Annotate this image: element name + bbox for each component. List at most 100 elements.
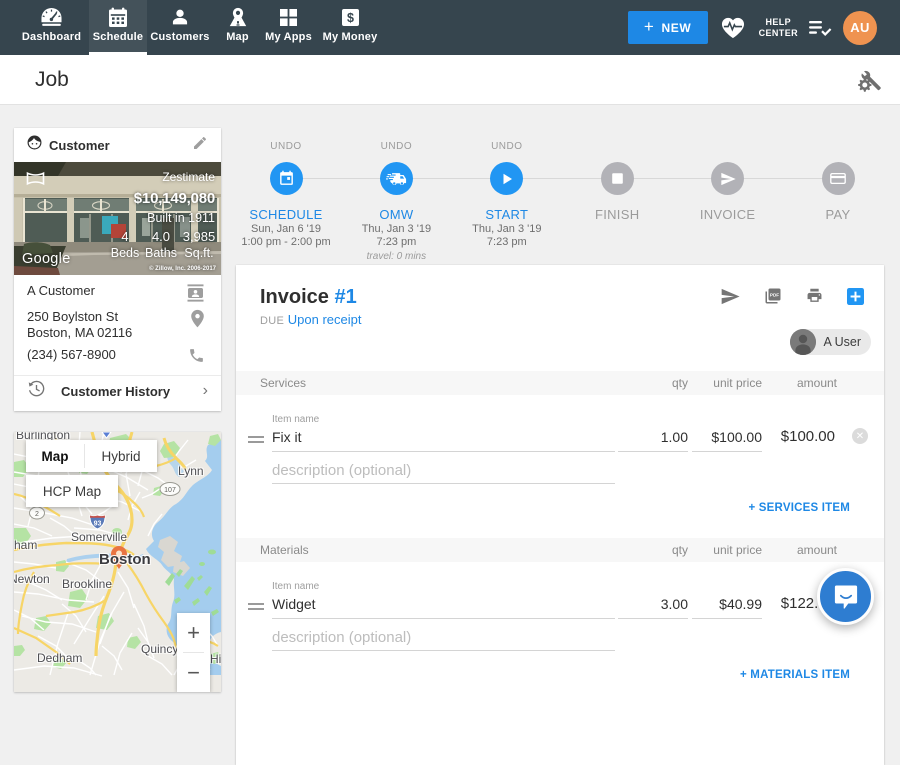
- help-center-link[interactable]: HELPCENTER: [759, 17, 798, 39]
- map-town-label: Hi: [210, 652, 221, 666]
- chevron-right-icon: ›: [203, 382, 208, 400]
- invoice-header: Invoice #1 DUE Upon receipt PDF A User: [236, 265, 884, 371]
- person-icon: [170, 6, 190, 28]
- map-town-label: ham: [14, 538, 37, 552]
- send-icon[interactable]: [720, 288, 740, 305]
- nav-tab-label: Schedule: [93, 31, 144, 43]
- material-item-desc-input[interactable]: description (optional): [272, 630, 615, 651]
- material-item-name-input[interactable]: Widget: [272, 597, 615, 619]
- nav-tab-dashboard[interactable]: Dashboard: [14, 0, 89, 55]
- customer-card-header: Customer: [14, 128, 221, 162]
- add-service-row: + SERVICES ITEM: [236, 495, 884, 538]
- grid-icon: [279, 6, 298, 28]
- customer-name-row[interactable]: A Customer: [27, 283, 208, 299]
- customer-card-title: Customer: [49, 138, 110, 153]
- add-material-row: + MATERIALS ITEM: [236, 662, 884, 705]
- user-avatar[interactable]: AU: [843, 11, 877, 45]
- invoice-number[interactable]: #1: [334, 286, 356, 308]
- property-photo[interactable]: Zestimate $10,149,080 Built in 1911 4 Be…: [14, 162, 221, 275]
- print-icon[interactable]: [806, 288, 823, 304]
- service-item-name-input[interactable]: Fix it: [272, 430, 615, 452]
- step-circle-finish-icon[interactable]: [601, 162, 634, 195]
- job-header-bar: Job: [0, 55, 900, 105]
- due-value-link[interactable]: Upon receipt: [288, 312, 362, 327]
- step-date: Thu, Jan 3 '19: [442, 224, 572, 235]
- pdf-icon[interactable]: PDF: [764, 287, 782, 305]
- customer-phone-row[interactable]: (234) 567-8900: [27, 347, 208, 363]
- checklist-icon[interactable]: [807, 18, 833, 38]
- baths-value: 4.0: [142, 229, 180, 244]
- delete-item-button[interactable]: ✕: [852, 428, 868, 444]
- hcp-map-button[interactable]: HCP Map: [26, 475, 118, 507]
- built-year: Built in 1911: [147, 211, 215, 225]
- invoice-title: Invoice #1: [260, 286, 357, 309]
- calendar-icon: [108, 6, 128, 28]
- chat-bubble-button[interactable]: [817, 568, 874, 625]
- material-item-row: Item name Widget 3.00 $40.99 $122.97 ✕ d…: [236, 562, 884, 662]
- step-travel: travel: 0 mins: [331, 251, 461, 262]
- map-type-hybrid-button[interactable]: Hybrid: [85, 440, 157, 472]
- edit-pencil-icon[interactable]: [192, 135, 208, 156]
- map-town-label: Quincy: [141, 642, 178, 656]
- health-heart-icon[interactable]: [720, 16, 746, 40]
- service-item-amount: $100.00: [730, 428, 835, 445]
- customer-contact-rows: A Customer 250 Boylston St Boston, MA 02…: [14, 275, 221, 363]
- history-icon: [27, 379, 46, 403]
- drag-handle-icon[interactable]: [248, 436, 264, 446]
- dashboard-gauge-icon: [40, 6, 63, 28]
- nav-tab-schedule[interactable]: Schedule: [89, 0, 147, 55]
- service-item-qty-input[interactable]: 1.00: [618, 430, 688, 452]
- zoom-out-button[interactable]: −: [177, 653, 210, 692]
- service-item-row: Item name Fix it 1.00 $100.00 $100.00 ✕ …: [236, 395, 884, 495]
- service-item-desc-input[interactable]: description (optional): [272, 463, 615, 484]
- job-tools-icon[interactable]: [858, 68, 882, 92]
- zestimate-value: $10,149,080: [134, 190, 215, 207]
- new-button[interactable]: +NEW: [628, 11, 708, 44]
- invoice-due: DUE Upon receipt: [260, 312, 361, 327]
- drag-handle-icon[interactable]: [248, 603, 264, 613]
- step-circle-invoice-icon[interactable]: [711, 162, 744, 195]
- top-navbar: Dashboard Schedule Customers Map My Apps…: [0, 0, 900, 55]
- nav-tab-my-apps[interactable]: My Apps: [262, 0, 315, 55]
- svg-text:93: 93: [94, 521, 102, 528]
- nav-tab-map[interactable]: Map: [213, 0, 262, 55]
- location-pin-icon: [190, 309, 205, 332]
- nav-tab-label: Dashboard: [22, 31, 81, 43]
- add-invoice-icon[interactable]: [847, 288, 864, 305]
- step-circle-start-icon[interactable]: [490, 162, 523, 195]
- customer-history-row[interactable]: Customer History ›: [14, 375, 221, 410]
- material-item-qty-input[interactable]: 3.00: [618, 597, 688, 619]
- baths-label: Baths: [142, 246, 180, 260]
- nav-tabs: Dashboard Schedule Customers Map My Apps…: [14, 0, 385, 55]
- nav-tab-label: My Money: [323, 31, 378, 43]
- step-circle-schedule-icon[interactable]: [270, 162, 303, 195]
- google-logo: Google: [22, 251, 71, 267]
- svg-text:PDF: PDF: [770, 292, 779, 297]
- map-card: 107 2 93 Burlington Lynn Somerville ham …: [14, 432, 221, 692]
- step-circle-pay-icon[interactable]: [822, 162, 855, 195]
- step-circle-omw-icon[interactable]: [380, 162, 413, 195]
- page-title: Job: [35, 68, 69, 92]
- beds-value: 4: [106, 229, 144, 244]
- nav-right-actions: +NEW HELPCENTER AU: [628, 0, 900, 55]
- assignee-chip[interactable]: A User: [790, 329, 871, 355]
- dollar-icon: $: [341, 6, 360, 28]
- svg-text:2: 2: [35, 511, 39, 518]
- nav-tab-customers[interactable]: Customers: [147, 0, 213, 55]
- map-type-map-button[interactable]: Map: [26, 440, 84, 472]
- x-icon: ✕: [856, 431, 864, 442]
- zoom-in-button[interactable]: +: [177, 613, 210, 652]
- contact-card-icon: [186, 283, 205, 307]
- nav-tab-label: My Apps: [265, 31, 312, 43]
- customer-address-row[interactable]: 250 Boylston St Boston, MA 02116: [27, 309, 208, 341]
- add-material-item-link[interactable]: + MATERIALS ITEM: [740, 669, 850, 681]
- map-town-label: Boston: [99, 551, 151, 568]
- customer-card: Customer: [14, 128, 221, 411]
- add-service-item-link[interactable]: + SERVICES ITEM: [748, 502, 850, 514]
- step-label: PAY: [773, 207, 900, 222]
- plus-icon: +: [644, 17, 655, 37]
- services-section-header: Services qty unit price amount: [236, 371, 884, 395]
- nav-tab-my-money[interactable]: $ My Money: [315, 0, 385, 55]
- map-town-label: Dedham: [37, 651, 82, 665]
- map-town-label: Brookline: [62, 577, 112, 591]
